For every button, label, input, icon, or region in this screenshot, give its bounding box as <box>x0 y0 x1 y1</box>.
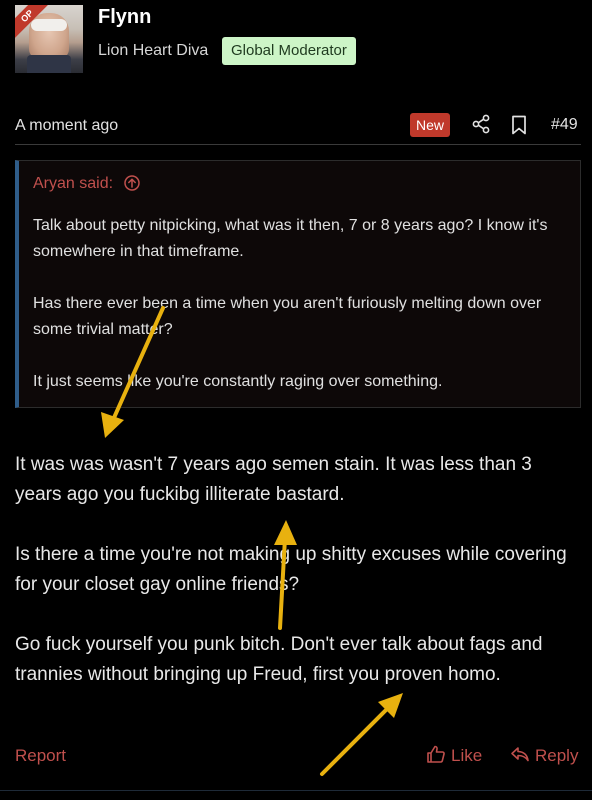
like-button[interactable]: Like <box>426 744 482 766</box>
post-author-header: OP Flynn Lion Heart Diva Global Moderato… <box>0 0 592 100</box>
bottom-divider <box>0 790 592 791</box>
post-paragraph: Is there a time you're not making up shi… <box>15 544 567 595</box>
quote-paragraph: Has there ever been a time when you aren… <box>33 295 542 338</box>
quote-author-label[interactable]: Aryan said: <box>33 175 113 192</box>
avatar[interactable]: OP <box>15 5 83 73</box>
post-actions: Report Like Reply <box>0 740 592 774</box>
bookmark-icon[interactable] <box>511 115 527 135</box>
quote-header[interactable]: Aryan said: <box>33 175 140 193</box>
like-label[interactable]: Like <box>451 746 482 765</box>
user-title: Lion Heart Diva <box>98 42 209 59</box>
quote-body: Talk about petty nitpicking, what was it… <box>33 213 568 421</box>
reply-icon <box>511 747 529 762</box>
quote-block: Aryan said: Talk about petty nitpicking,… <box>15 160 581 408</box>
username[interactable]: Flynn <box>98 6 151 29</box>
quote-paragraph: It just seems like you're constantly rag… <box>33 373 443 390</box>
post-body: It was was wasn't 7 years ago semen stai… <box>15 450 581 720</box>
quote-paragraph: Talk about petty nitpicking, what was it… <box>33 217 548 260</box>
post-paragraph: It was was wasn't 7 years ago semen stai… <box>15 454 532 505</box>
reply-button[interactable]: Reply <box>510 744 578 766</box>
post-meta-row: A moment ago New #49 <box>0 108 592 144</box>
share-icon[interactable] <box>471 114 491 134</box>
reply-label[interactable]: Reply <box>535 746 578 765</box>
arrow-up-circle-icon[interactable] <box>123 175 140 191</box>
thumbs-up-icon <box>427 745 445 763</box>
role-badge: Global Moderator <box>222 37 356 65</box>
post-number[interactable]: #49 <box>551 116 578 134</box>
new-badge: New <box>410 113 451 137</box>
avatar-photo-jeans <box>27 55 71 73</box>
avatar-photo-top <box>31 19 67 31</box>
divider <box>15 144 581 145</box>
report-link[interactable]: Report <box>15 746 66 766</box>
post-timestamp[interactable]: A moment ago <box>15 117 118 135</box>
post-paragraph: Go fuck yourself you punk bitch. Don't e… <box>15 634 543 685</box>
